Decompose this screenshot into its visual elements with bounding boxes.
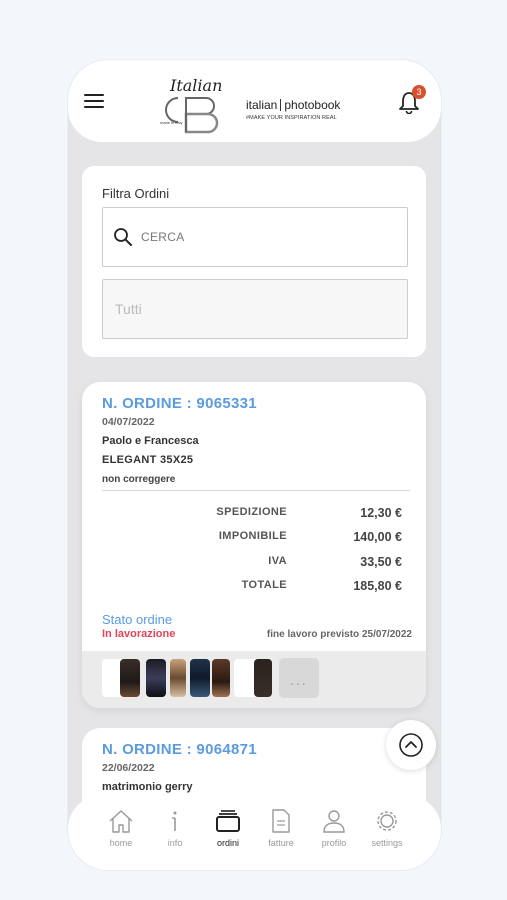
nav-fatture[interactable]: fatture bbox=[256, 807, 306, 848]
italian-photobook-logo: Italian made in italy bbox=[160, 76, 222, 134]
order-product: ELEGANT 35X25 bbox=[102, 454, 194, 466]
gear-icon bbox=[377, 811, 397, 831]
order-number[interactable]: N. ORDINE : 9064871 bbox=[102, 741, 257, 758]
thumbnail-photo[interactable] bbox=[170, 659, 186, 697]
vat-value: 33,50 € bbox=[360, 555, 402, 569]
order-customer: matrimonio gerry bbox=[102, 781, 193, 793]
taxable-value: 140,00 € bbox=[353, 530, 402, 544]
scroll-top-button[interactable] bbox=[386, 720, 436, 770]
shipping-value: 12,30 € bbox=[360, 506, 402, 520]
svg-text:Italian: Italian bbox=[169, 76, 222, 95]
app-header: Italian made in italy italian photobook #… bbox=[68, 60, 441, 142]
filter-title: Filtra Ordini bbox=[102, 186, 170, 201]
total-value: 185,80 € bbox=[353, 579, 402, 593]
status-filter-select[interactable]: Tutti bbox=[102, 279, 408, 339]
thumbnail-photo[interactable] bbox=[254, 659, 272, 697]
filter-card: Filtra Ordini CERCA Tutti bbox=[82, 166, 426, 357]
taxable-label: IMPONIBILE bbox=[218, 530, 287, 542]
order-status-value: In lavorazione bbox=[102, 628, 176, 640]
nav-ordini[interactable]: ordini bbox=[203, 807, 253, 848]
invoice-icon bbox=[272, 809, 290, 833]
shipping-label: SPEDIZIONE bbox=[216, 506, 287, 518]
svg-text:made in italy: made in italy bbox=[160, 120, 182, 125]
notification-badge: 3 bbox=[412, 85, 426, 99]
brand-tagline: #MAKE YOUR INSPIRATION REAL bbox=[246, 115, 337, 121]
home-icon bbox=[109, 810, 133, 833]
nav-home[interactable]: home bbox=[96, 807, 146, 848]
thumbnail-photo[interactable] bbox=[120, 659, 140, 697]
total-label: TOTALE bbox=[241, 579, 287, 591]
nav-profilo[interactable]: profilo bbox=[309, 807, 359, 848]
order-date: 22/06/2022 bbox=[102, 762, 155, 774]
photo-thumbnails: ... bbox=[82, 651, 426, 708]
thumbnail-photo[interactable] bbox=[190, 659, 210, 697]
bottom-navigation: home info ordini fatture profilo setting… bbox=[68, 795, 441, 870]
info-icon bbox=[172, 811, 177, 831]
menu-icon[interactable] bbox=[84, 94, 104, 110]
order-number[interactable]: N. ORDINE : 9065331 bbox=[102, 395, 257, 412]
phone-frame: Italian made in italy italian photobook #… bbox=[68, 60, 441, 870]
search-input[interactable]: CERCA bbox=[102, 207, 408, 267]
order-note: non correggere bbox=[102, 474, 176, 485]
order-status-label[interactable]: Stato ordine bbox=[102, 612, 172, 627]
nav-settings[interactable]: settings bbox=[362, 807, 412, 848]
more-thumbnails-button[interactable]: ... bbox=[279, 658, 319, 698]
search-placeholder: CERCA bbox=[141, 230, 185, 244]
brand-name: italian photobook bbox=[246, 98, 341, 112]
divider bbox=[102, 490, 410, 491]
order-card: N. ORDINE : 9065331 04/07/2022 Paolo e F… bbox=[82, 382, 426, 708]
thumbnail-photo[interactable] bbox=[146, 659, 166, 697]
nav-info[interactable]: info bbox=[150, 807, 200, 848]
order-date: 04/07/2022 bbox=[102, 416, 155, 428]
chevron-up-icon bbox=[399, 733, 423, 757]
user-icon bbox=[323, 810, 345, 833]
orders-stack-icon bbox=[216, 810, 240, 832]
thumbnail-photo[interactable] bbox=[212, 659, 230, 697]
search-icon bbox=[114, 228, 132, 246]
order-customer: Paolo e Francesca bbox=[102, 435, 199, 447]
expected-completion: fine lavoro previsto 25/07/2022 bbox=[266, 629, 412, 640]
status-filter-value: Tutti bbox=[115, 301, 142, 317]
vat-label: IVA bbox=[268, 555, 287, 567]
